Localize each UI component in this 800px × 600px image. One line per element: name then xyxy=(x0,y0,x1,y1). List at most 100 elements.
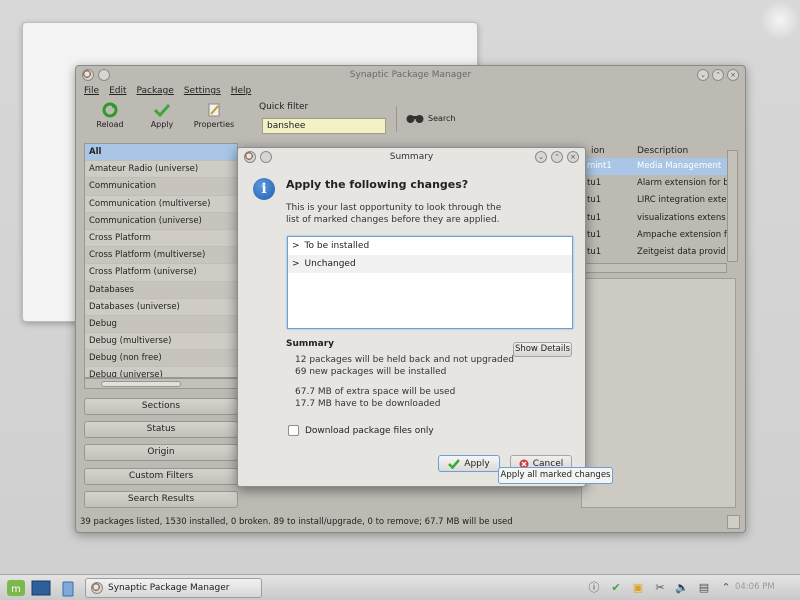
maximize-icon[interactable]: ⌃ xyxy=(712,69,724,81)
taskbar-synaptic-button[interactable]: Synaptic Package Manager xyxy=(85,578,262,598)
package-version: mint1 xyxy=(587,161,612,171)
section-item[interactable]: Cross Platform (universe) xyxy=(85,264,237,282)
table-row[interactable]: tu1 visualizations extens xyxy=(581,210,727,227)
search-button[interactable]: Search xyxy=(406,112,455,124)
section-item[interactable]: Communication (multiverse) xyxy=(85,195,237,213)
info-tray-icon[interactable]: ⓘ xyxy=(586,579,602,595)
package-vertical-scrollbar[interactable] xyxy=(727,150,738,262)
desktop-corner-glow xyxy=(760,0,800,40)
sections-list[interactable]: All Amateur Radio (universe) Communicati… xyxy=(84,143,238,378)
window-titlebar[interactable]: Synaptic Package Manager ⌄ ⌃ × xyxy=(76,66,745,84)
version-column-header[interactable]: ion xyxy=(591,146,637,156)
sections-horizontal-scrollbar[interactable] xyxy=(84,378,238,389)
system-tray: ⓘ ✔ ▣ ✂ 🔈 ▤ ⌃ xyxy=(586,579,734,595)
package-horizontal-scrollbar[interactable] xyxy=(581,263,727,273)
expand-tray-icon[interactable]: ⌃ xyxy=(718,579,734,595)
section-item[interactable]: Communication (universe) xyxy=(85,212,237,230)
show-desktop-icon[interactable] xyxy=(31,579,51,597)
status-filter-button[interactable]: Status xyxy=(84,421,238,438)
synaptic-app-icon[interactable] xyxy=(82,69,94,81)
show-details-button[interactable]: Show Details xyxy=(513,342,572,357)
list-item[interactable]: > Unchanged xyxy=(288,255,572,273)
expand-arrow-icon[interactable]: > xyxy=(292,255,300,273)
dialog-pin-icon[interactable] xyxy=(260,151,272,163)
section-item[interactable]: Cross Platform (multiverse) xyxy=(85,247,237,265)
table-row[interactable]: tu1 Zeitgeist data provid xyxy=(581,244,727,261)
mint-menu-icon[interactable]: m xyxy=(6,579,26,597)
package-version: tu1 xyxy=(587,212,602,223)
dialog-maximize-icon[interactable]: ⌃ xyxy=(551,151,563,163)
summary-dialog[interactable]: Summary ⌄ ⌃ × i Apply the following chan… xyxy=(237,147,586,487)
section-item[interactable]: All xyxy=(85,144,237,162)
dialog-close-icon[interactable]: × xyxy=(567,151,579,163)
section-item[interactable]: Debug (universe) xyxy=(85,367,237,377)
section-item[interactable]: Databases xyxy=(85,281,237,299)
search-label: Search xyxy=(428,113,456,123)
section-item[interactable]: Debug xyxy=(85,315,237,334)
reload-button[interactable]: Reload xyxy=(84,102,136,129)
apply-toolbar-button[interactable]: Apply xyxy=(136,102,188,129)
synaptic-dialog-icon[interactable] xyxy=(244,151,256,163)
network-tray-icon[interactable]: ▤ xyxy=(696,579,712,595)
menu-edit[interactable]: Edit xyxy=(109,86,126,96)
change-group-label: To be installed xyxy=(304,241,370,251)
menu-package[interactable]: Package xyxy=(137,86,174,96)
window-title: Synaptic Package Manager xyxy=(349,70,472,80)
sections-filter-button[interactable]: Sections xyxy=(84,398,238,415)
volume-tray-icon[interactable]: 🔈 xyxy=(674,579,690,595)
summary-gap xyxy=(295,379,514,386)
properties-button[interactable]: Properties xyxy=(188,102,240,129)
clock[interactable]: 04:06 PM xyxy=(735,582,775,592)
package-version: tu1 xyxy=(587,246,602,257)
package-description: Ampache extension fo xyxy=(637,229,727,240)
apply-button[interactable]: Apply xyxy=(438,455,500,472)
section-item[interactable]: Cross Platform xyxy=(85,229,237,248)
section-item[interactable]: Databases (universe) xyxy=(85,298,237,316)
scrollbar-thumb[interactable] xyxy=(101,381,181,387)
trash-icon[interactable] xyxy=(58,579,78,597)
menu-file[interactable]: File xyxy=(84,86,99,96)
minimize-icon[interactable]: ⌄ xyxy=(697,69,709,81)
list-item[interactable]: > To be installed xyxy=(288,237,572,255)
expand-arrow-icon[interactable]: > xyxy=(292,237,300,255)
section-item[interactable]: Amateur Radio (universe) xyxy=(85,161,237,179)
dialog-title: Summary xyxy=(389,152,434,162)
apply-toolbar-label: Apply xyxy=(150,120,174,129)
package-description: Alarm extension for b xyxy=(637,178,727,189)
clipboard-tray-icon[interactable]: ✂ xyxy=(652,579,668,595)
table-row[interactable]: tu1 LIRC integration exte xyxy=(581,192,727,209)
custom-filters-button[interactable]: Custom Filters xyxy=(84,468,238,485)
dialog-minimize-icon[interactable]: ⌄ xyxy=(535,151,547,163)
taskbar: m Synaptic Package Manager ⓘ ✔ ▣ ✂ 🔈 ▤ ⌃… xyxy=(0,574,800,600)
package-version: tu1 xyxy=(587,229,602,240)
download-only-option[interactable]: Download package files only xyxy=(288,425,434,436)
menu-settings[interactable]: Settings xyxy=(184,86,221,96)
download-size-text: 17.7 MB have to be downloaded xyxy=(295,398,441,409)
changes-tree[interactable]: > To be installed > Unchanged xyxy=(287,236,573,329)
table-row[interactable]: tu1 Alarm extension for b xyxy=(581,175,727,192)
search-results-button[interactable]: Search Results xyxy=(84,491,238,508)
package-tray-icon[interactable]: ▣ xyxy=(630,579,646,595)
menubar: File Edit Package Settings Help xyxy=(84,86,251,96)
pin-icon[interactable] xyxy=(98,69,110,81)
toolbar-separator xyxy=(396,106,397,132)
close-icon[interactable]: × xyxy=(727,69,739,81)
package-table[interactable]: mint1 Media Management tu1 Alarm extensi… xyxy=(581,158,727,261)
table-row[interactable]: tu1 Ampache extension fo xyxy=(581,227,727,244)
dialog-titlebar-controls: ⌄ ⌃ × xyxy=(535,151,579,163)
change-group-label: Unchanged xyxy=(304,259,356,269)
download-only-checkbox[interactable] xyxy=(288,425,299,436)
new-packages-text: 69 new packages will be installed xyxy=(295,367,447,378)
section-item[interactable]: Debug (multiverse) xyxy=(85,333,237,351)
update-tray-icon[interactable]: ✔ xyxy=(608,579,624,595)
description-column-header[interactable]: Description xyxy=(637,146,688,156)
section-item[interactable]: Debug (non free) xyxy=(85,350,237,368)
menu-help[interactable]: Help xyxy=(231,86,252,96)
quick-filter-input[interactable]: banshee xyxy=(262,118,386,134)
toolbar: Reload Apply Properties xyxy=(84,102,240,136)
checkmark-icon xyxy=(448,458,461,469)
section-item[interactable]: Communication xyxy=(85,178,237,196)
table-row[interactable]: mint1 Media Management xyxy=(581,158,727,176)
origin-filter-button[interactable]: Origin xyxy=(84,444,238,461)
reload-icon xyxy=(102,102,118,118)
